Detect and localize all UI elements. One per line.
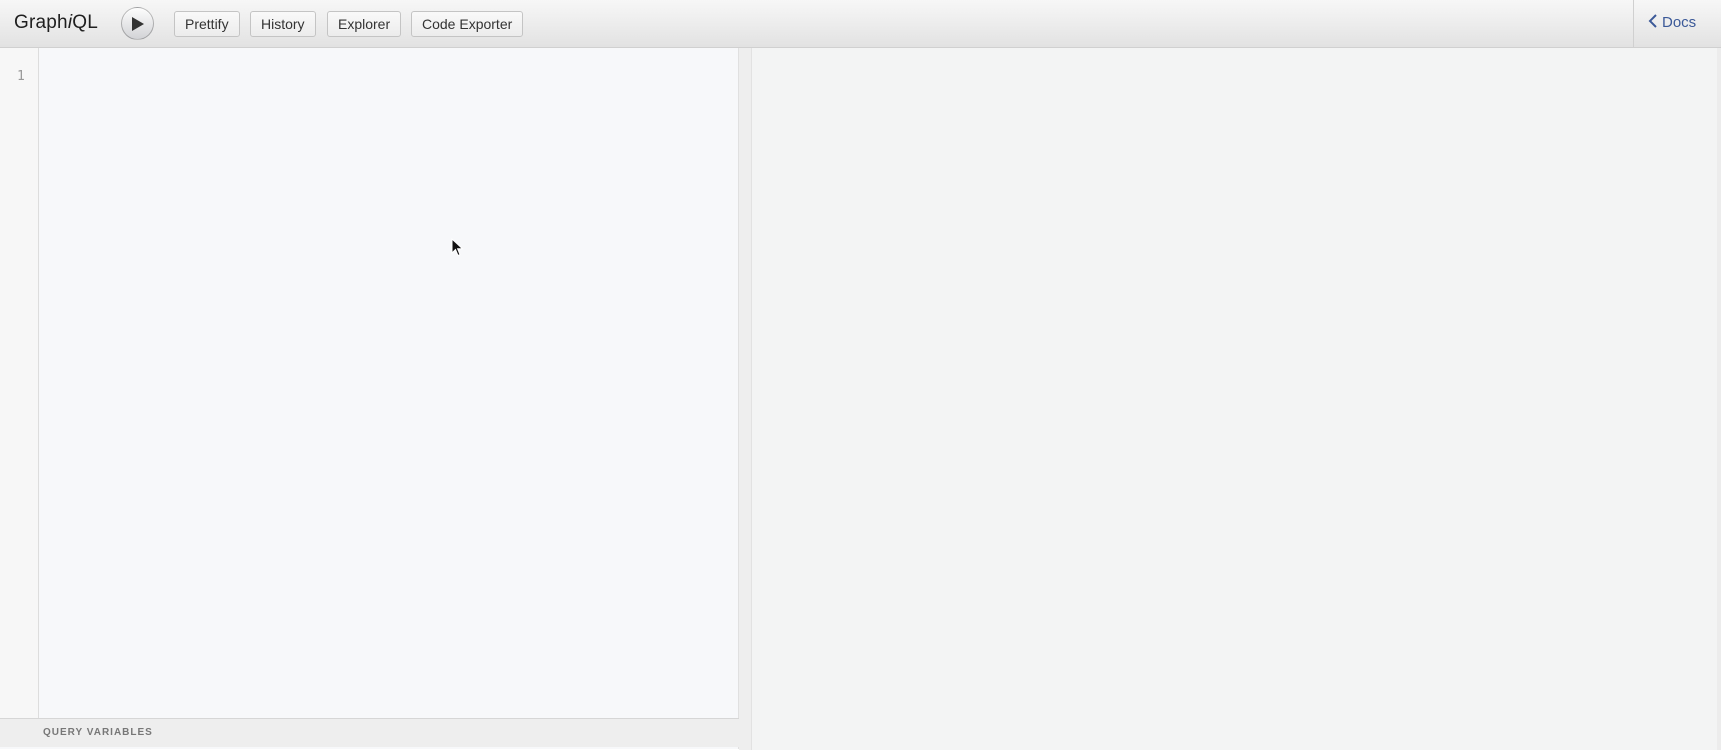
editor-resize-handle[interactable] [739, 48, 752, 750]
docs-label: Docs [1662, 14, 1697, 31]
docs-area: Docs [1633, 0, 1721, 47]
code-exporter-button[interactable]: Code Exporter [411, 11, 524, 37]
query-variables-title: QUERY VARIABLES [43, 727, 153, 738]
docs-button[interactable]: Docs [1648, 14, 1696, 32]
scrollbar-track [1717, 48, 1721, 750]
explorer-button[interactable]: Explorer [327, 11, 402, 37]
query-variables-header[interactable]: QUERY VARIABLES [0, 718, 739, 747]
line-number: 1 [17, 69, 25, 84]
logo-suffix: QL [72, 12, 98, 33]
prettify-button[interactable]: Prettify [174, 11, 240, 37]
query-editor-pane: 1 QUERY VARIABLES [0, 48, 739, 749]
history-button[interactable]: History [250, 11, 316, 37]
play-icon [132, 17, 144, 31]
app-logo: GraphiQL [14, 12, 98, 34]
result-viewer[interactable] [752, 48, 1721, 750]
query-editor[interactable] [39, 48, 738, 718]
line-number-gutter: 1 [0, 48, 39, 718]
run-query-button[interactable] [121, 7, 154, 40]
graphiql-app: GraphiQL Prettify History Explorer Code … [0, 0, 1721, 750]
top-toolbar: GraphiQL Prettify History Explorer Code … [0, 0, 1721, 48]
logo-prefix: Graph [14, 12, 68, 33]
chevron-left-icon [1648, 14, 1662, 32]
